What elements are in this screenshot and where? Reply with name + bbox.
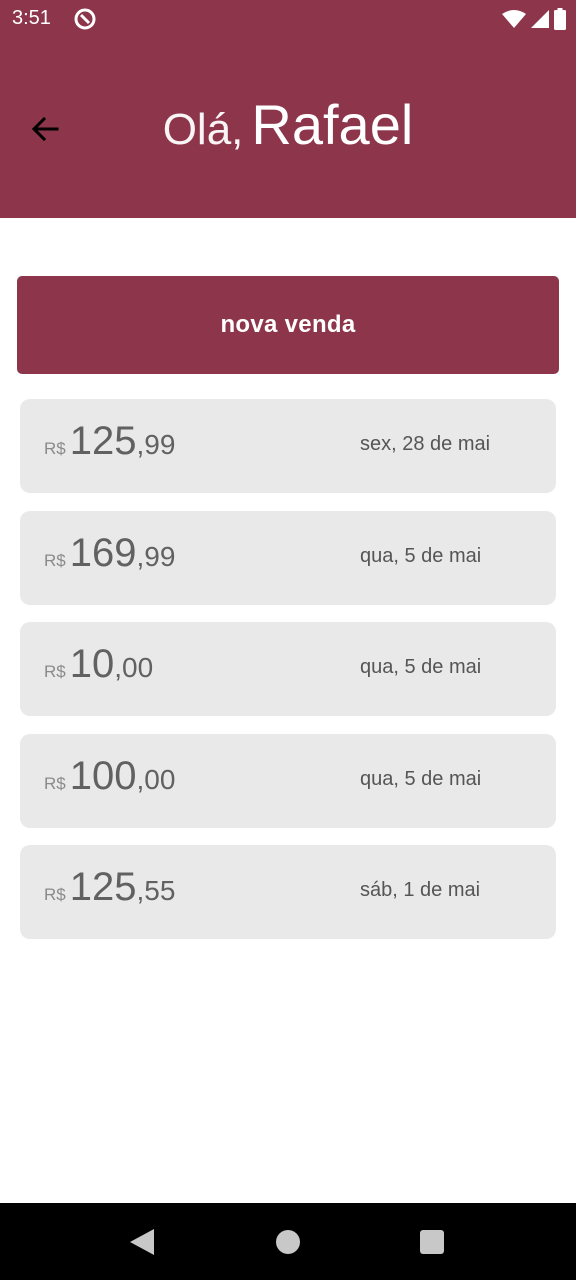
system-navigation-bar [0, 1203, 576, 1280]
new-sale-button[interactable]: nova venda [17, 276, 559, 374]
amount-decimal: ,99 [136, 429, 176, 460]
currency-symbol: R$ [44, 550, 66, 570]
sale-card[interactable]: R$ 100,00 qua, 5 de mai [20, 733, 556, 828]
sale-amount: R$ 100,00 [44, 754, 175, 799]
nav-recents-icon[interactable] [420, 1230, 444, 1254]
greeting-prefix: Olá, [162, 105, 244, 154]
sale-date: qua, 5 de mai [360, 544, 482, 567]
greeting-title: Olá, Rafael [0, 92, 576, 157]
currency-symbol: R$ [44, 885, 66, 904]
sale-card[interactable]: R$ 10,00 qua, 5 de mai [20, 622, 556, 716]
wifi-icon [502, 10, 526, 28]
nav-back-icon[interactable] [130, 1229, 154, 1255]
sale-amount: R$ 125,99 [44, 419, 175, 464]
sale-amount: R$ 10,00 [44, 642, 153, 687]
sale-card[interactable]: R$ 125,55 sáb, 1 de mai [20, 845, 556, 939]
sale-card[interactable]: R$ 125,99 sex, 28 de mai [20, 399, 556, 493]
sale-date: sáb, 1 de mai [360, 879, 481, 901]
user-name: Rafael [251, 93, 414, 156]
sale-card[interactable]: R$ 169,99 qua, 5 de mai [20, 510, 556, 605]
amount-integer: 10 [69, 642, 115, 686]
status-time: 3:51 [12, 7, 51, 29]
amount-integer: 125 [69, 865, 137, 909]
status-icons [502, 8, 566, 30]
amount-integer: 100 [69, 753, 137, 798]
battery-icon [554, 8, 566, 30]
sale-amount: R$ 169,99 [44, 531, 175, 576]
amount-integer: 125 [69, 419, 137, 463]
amount-integer: 169 [69, 530, 137, 575]
app-notification-icon [74, 8, 96, 30]
app-header: 3:51 Olá, Rafael [0, 0, 576, 218]
currency-symbol: R$ [44, 662, 66, 681]
sales-list: R$ 125,99 sex, 28 de mai R$ 169,99 qua, 5 … [20, 399, 556, 957]
cell-signal-icon [531, 10, 549, 28]
amount-decimal: ,00 [136, 763, 176, 795]
amount-decimal: ,99 [136, 540, 176, 572]
amount-decimal: ,00 [114, 652, 154, 683]
nav-home-icon[interactable] [276, 1230, 300, 1254]
sale-date: qua, 5 de mai [360, 767, 482, 790]
sale-date: qua, 5 de mai [360, 656, 482, 678]
amount-decimal: ,55 [136, 875, 176, 906]
sale-date: sex, 28 de mai [360, 433, 491, 455]
currency-symbol: R$ [44, 773, 66, 793]
status-bar: 3:51 [0, 0, 576, 40]
sale-amount: R$ 125,55 [44, 865, 175, 910]
currency-symbol: R$ [44, 439, 66, 458]
